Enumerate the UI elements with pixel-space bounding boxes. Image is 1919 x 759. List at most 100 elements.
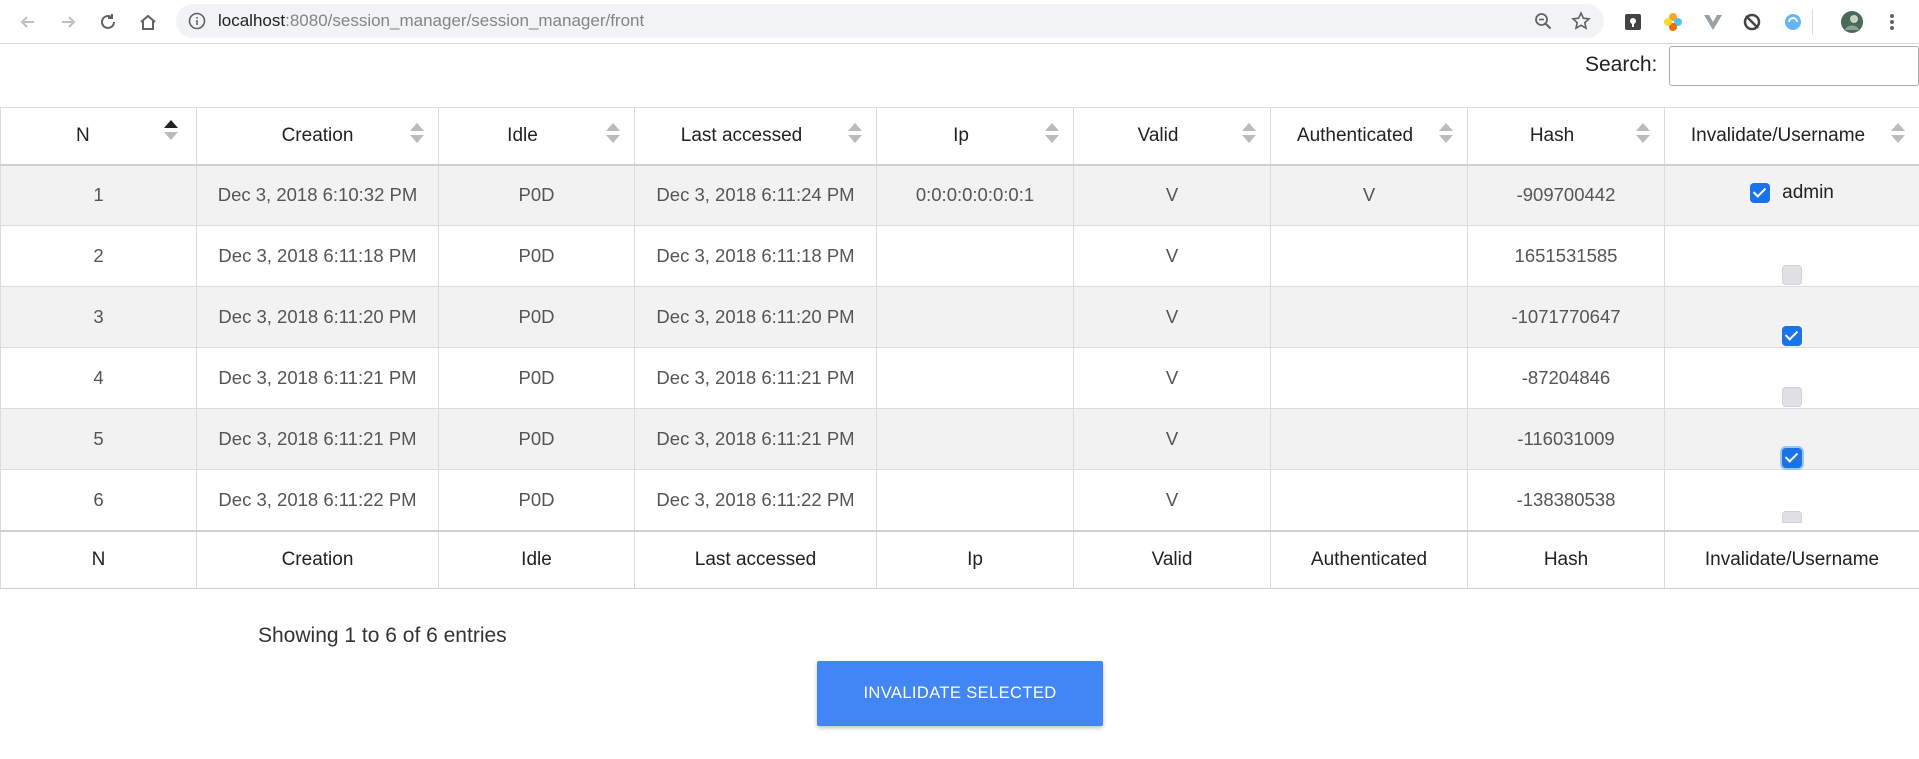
bookmark-star-icon[interactable] (1571, 11, 1591, 31)
footer-row: N Creation Idle Last accessed Ip Valid A… (0, 529, 1919, 589)
column-header-label: Idle (507, 124, 538, 146)
footer-idle: Idle (438, 529, 635, 589)
column-header-hash[interactable]: Hash (1467, 107, 1665, 166)
invalidate-selected-button[interactable]: INVALIDATE SELECTED (817, 661, 1103, 726)
extension-sync-icon[interactable] (1740, 10, 1764, 34)
cell-invalidate (1664, 347, 1919, 409)
cell-ip (876, 347, 1074, 409)
cell-last-accessed: Dec 3, 2018 6:11:21 PM (634, 408, 877, 470)
footer-ip: Ip (876, 529, 1074, 589)
invalidate-checkbox[interactable] (1782, 511, 1802, 523)
cell-idle: P0D (438, 286, 635, 348)
column-header-label: N (76, 124, 90, 146)
cell-ip (876, 408, 1074, 470)
extension-flower-icon[interactable] (1661, 10, 1685, 34)
column-header-n[interactable]: N (0, 107, 197, 166)
cell-invalidate (1664, 286, 1919, 348)
cell-authenticated (1270, 225, 1468, 287)
table-row: 5 Dec 3, 2018 6:11:21 PM P0D Dec 3, 2018… (0, 408, 1919, 470)
extension-disk-icon[interactable] (1781, 10, 1805, 34)
cell-ip (876, 286, 1074, 348)
column-header-creation[interactable]: Creation (196, 107, 439, 166)
cell-ip: 0:0:0:0:0:0:0:1 (876, 164, 1074, 226)
invalidate-checkbox[interactable] (1782, 387, 1802, 407)
sort-icon (1636, 123, 1650, 145)
column-header-idle[interactable]: Idle (438, 107, 635, 166)
cell-authenticated: V (1270, 164, 1468, 226)
cell-n: 6 (0, 469, 197, 531)
url-text[interactable]: localhost:8080/session_manager/session_m… (218, 4, 644, 38)
column-header-valid[interactable]: Valid (1073, 107, 1271, 166)
cell-idle: P0D (438, 225, 635, 287)
sort-icon (606, 123, 620, 145)
profile-avatar[interactable] (1840, 10, 1864, 34)
table-row: 2 Dec 3, 2018 6:11:18 PM P0D Dec 3, 2018… (0, 225, 1919, 287)
toolbar-separator (1812, 9, 1813, 35)
sort-icon (410, 123, 424, 145)
invalidate-checkbox[interactable] (1750, 183, 1771, 204)
column-header-ip[interactable]: Ip (876, 107, 1074, 166)
column-header-label: Valid (1137, 124, 1179, 146)
cell-n: 3 (0, 286, 197, 348)
cell-creation: Dec 3, 2018 6:11:18 PM (196, 225, 439, 287)
column-header-label: Last accessed (680, 124, 803, 146)
column-header-last-accessed[interactable]: Last accessed (634, 107, 877, 166)
username: admin (1782, 182, 1834, 204)
table-row: 6 Dec 3, 2018 6:11:22 PM P0D Dec 3, 2018… (0, 469, 1919, 531)
home-icon[interactable] (134, 8, 162, 36)
invalidate-with-username: admin (1750, 182, 1834, 204)
cell-hash: -1071770647 (1467, 286, 1665, 348)
invalidate-checkbox[interactable] (1782, 265, 1802, 285)
table-row: 4 Dec 3, 2018 6:11:21 PM P0D Dec 3, 2018… (0, 347, 1919, 409)
table-info: Showing 1 to 6 of 6 entries (258, 624, 507, 647)
invalidate-checkbox[interactable] (1782, 326, 1802, 346)
cell-hash: -909700442 (1467, 164, 1665, 226)
header-row: N Creation Idle Last accessed Ip Valid A… (0, 107, 1919, 166)
cell-creation: Dec 3, 2018 6:11:21 PM (196, 347, 439, 409)
cell-idle: P0D (438, 469, 635, 531)
column-header-invalidate-username[interactable]: Invalidate/Username (1664, 107, 1919, 166)
footer-valid: Valid (1073, 529, 1271, 589)
forward-icon[interactable] (54, 8, 82, 36)
extension-lock-icon[interactable] (1621, 10, 1645, 34)
cell-last-accessed: Dec 3, 2018 6:11:18 PM (634, 225, 877, 287)
invalidate-checkbox[interactable] (1782, 448, 1802, 468)
site-info-icon[interactable] (188, 12, 206, 30)
url-path: :8080/session_manager/session_manager/fr… (285, 11, 645, 30)
cell-authenticated (1270, 347, 1468, 409)
cell-creation: Dec 3, 2018 6:10:32 PM (196, 164, 439, 226)
column-header-authenticated[interactable]: Authenticated (1270, 107, 1468, 166)
sort-icon (1045, 123, 1059, 145)
cell-ip (876, 469, 1074, 531)
cell-n: 5 (0, 408, 197, 470)
cell-invalidate (1664, 469, 1919, 531)
back-icon[interactable] (14, 8, 42, 36)
sort-ascending-icon (164, 120, 178, 142)
sessions-table: N Creation Idle Last accessed Ip Valid A… (0, 107, 1919, 589)
address-bar[interactable]: localhost:8080/session_manager/session_m… (176, 4, 1604, 38)
cell-authenticated (1270, 469, 1468, 531)
search-label: Search: (1585, 53, 1658, 76)
cell-idle: P0D (438, 347, 635, 409)
footer-last-accessed: Last accessed (634, 529, 877, 589)
cell-idle: P0D (438, 408, 635, 470)
column-header-label: Authenticated (1296, 124, 1414, 146)
zoom-icon[interactable] (1533, 11, 1553, 31)
cell-n: 2 (0, 225, 197, 287)
search-input[interactable] (1669, 46, 1919, 86)
cell-valid: V (1073, 286, 1271, 348)
cell-creation: Dec 3, 2018 6:11:20 PM (196, 286, 439, 348)
cell-invalidate (1664, 225, 1919, 287)
cell-authenticated (1270, 408, 1468, 470)
cell-creation: Dec 3, 2018 6:11:21 PM (196, 408, 439, 470)
cell-creation: Dec 3, 2018 6:11:22 PM (196, 469, 439, 531)
sort-icon (848, 123, 862, 145)
footer-n: N (0, 529, 197, 589)
cell-valid: V (1073, 408, 1271, 470)
reload-icon[interactable] (94, 8, 122, 36)
table-row: 1 Dec 3, 2018 6:10:32 PM P0D Dec 3, 2018… (0, 164, 1919, 226)
column-header-label: Creation (281, 124, 354, 146)
chrome-menu-icon[interactable] (1880, 10, 1904, 34)
extension-vue-icon[interactable] (1701, 10, 1725, 34)
footer-authenticated: Authenticated (1270, 529, 1468, 589)
